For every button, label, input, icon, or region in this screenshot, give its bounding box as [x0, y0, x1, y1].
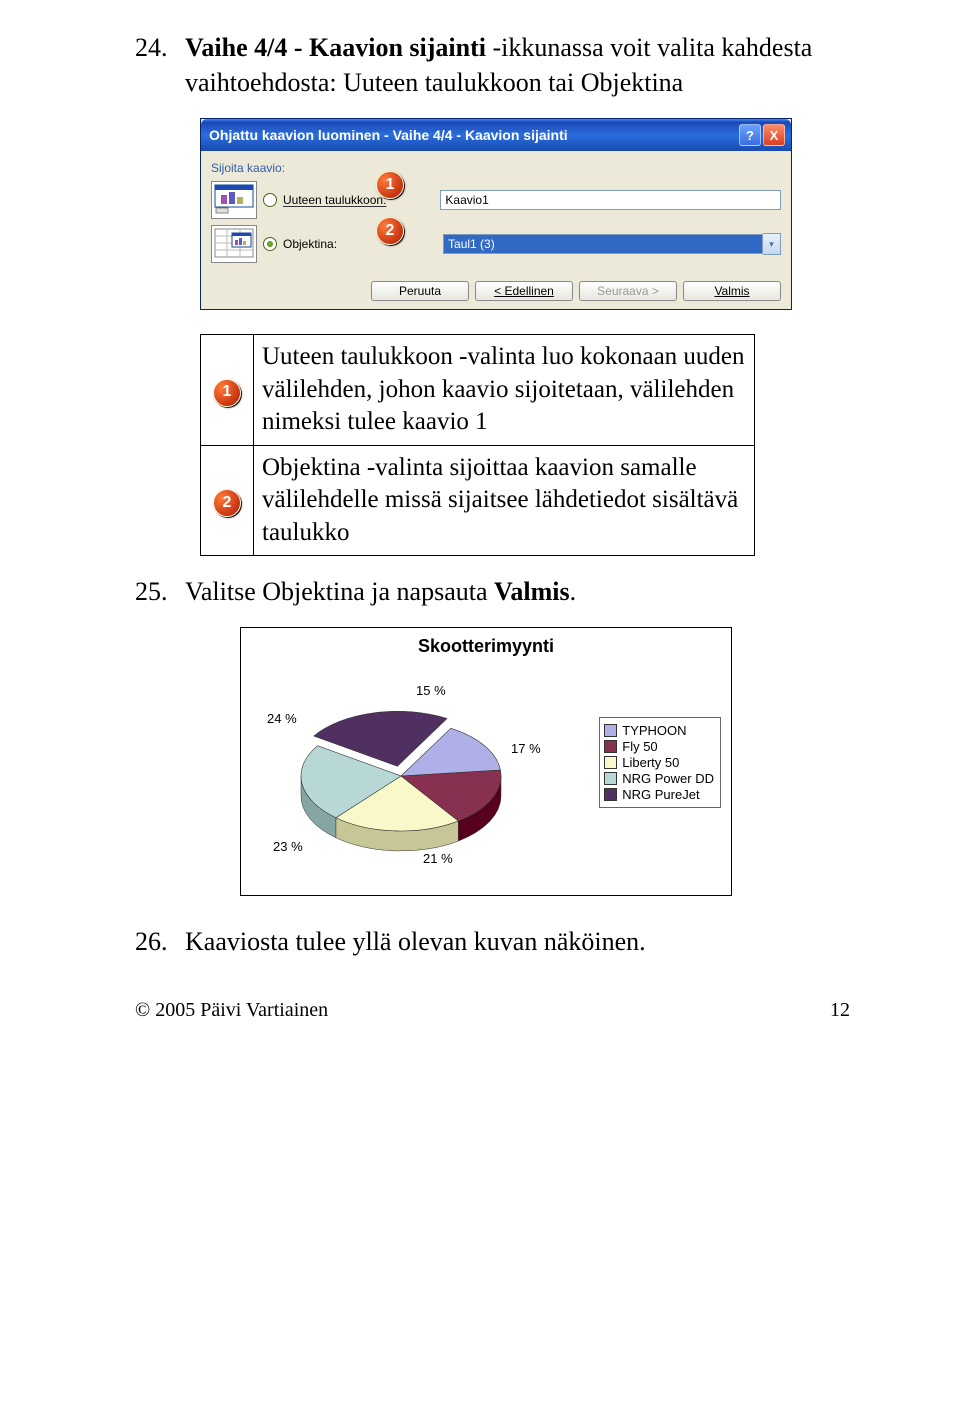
next-button: Seuraava > [579, 281, 677, 301]
help-button[interactable]: ? [739, 124, 761, 146]
thumb-new-sheet-icon [211, 181, 257, 219]
callout-badge-1: 1 [376, 171, 404, 199]
legend-item: Fly 50 [604, 739, 714, 754]
legend-swatch [604, 724, 617, 737]
step-number: 24. [135, 30, 185, 100]
callout-badge-2: 2 [376, 217, 404, 245]
footer-pagenum: 12 [830, 999, 850, 1022]
label-24: 24 % [267, 711, 297, 726]
callout-2-text: Objektina -valinta sijoittaa kaavion sam… [254, 445, 755, 556]
opt-object-label: Objektina: [283, 237, 337, 251]
new-sheet-name-value: Kaavio1 [445, 193, 488, 207]
back-button[interactable]: < Edellinen [475, 281, 573, 301]
step-text: Kaaviosta tulee yllä olevan kuvan näköin… [185, 924, 646, 959]
step-25-a: Valitse Objektina ja napsauta [185, 577, 494, 606]
radio-object[interactable] [263, 237, 277, 251]
label-15: 15 % [416, 683, 446, 698]
object-sheet-combo[interactable]: Taul1 (3) [443, 234, 763, 254]
legend-label: TYPHOON [622, 723, 686, 738]
badge-cell: 1 [201, 335, 254, 446]
legend-swatch [604, 772, 617, 785]
callout-1-text: Uuteen taulukkoon -valinta luo kokonaan … [254, 335, 755, 446]
dialog-titlebar: Ohjattu kaavion luominen - Vaihe 4/4 - K… [201, 119, 791, 151]
legend-label: Fly 50 [622, 739, 657, 754]
badge-cell: 2 [201, 445, 254, 556]
step-25-b: Valmis [494, 577, 570, 606]
label-21: 21 % [423, 851, 453, 866]
step-25: 25. Valitse Objektina ja napsauta Valmis… [135, 574, 850, 609]
legend-label: Liberty 50 [622, 755, 679, 770]
object-sheet-value: Taul1 (3) [448, 237, 495, 251]
radio-new-sheet[interactable] [263, 193, 277, 207]
chart-legend: TYPHOONFly 50Liberty 50NRG Power DDNRG P… [599, 717, 721, 808]
step-24-bold: Vaihe 4/4 - Kaavion sijainti [185, 33, 486, 62]
footer-copyright: © 2005 Päivi Vartiainen [135, 999, 328, 1022]
chart-title: Skootterimyynti [251, 636, 721, 657]
combo-dropdown-button[interactable]: ▾ [763, 233, 781, 255]
legend-item: NRG Power DD [604, 771, 714, 786]
step-number: 26. [135, 924, 185, 959]
table-row: 2 Objektina -valinta sijoittaa kaavion s… [201, 445, 755, 556]
callout-table: 1 Uuteen taulukkoon -valinta luo kokonaa… [200, 334, 755, 556]
dialog-title: Ohjattu kaavion luominen - Vaihe 4/4 - K… [209, 127, 568, 143]
opt-new-sheet-label: Uuteen taulukkoon: [283, 193, 386, 207]
thumb-object-icon [211, 225, 257, 263]
legend-item: Liberty 50 [604, 755, 714, 770]
step-25-c: . [570, 577, 577, 606]
close-icon: X [770, 128, 779, 143]
page-footer: © 2005 Päivi Vartiainen 12 [135, 999, 850, 1030]
chevron-down-icon: ▾ [769, 239, 774, 250]
close-button[interactable]: X [763, 124, 785, 146]
table-row: 1 Uuteen taulukkoon -valinta luo kokonaa… [201, 335, 755, 446]
cancel-button[interactable]: Peruuta [371, 281, 469, 301]
legend-swatch [604, 740, 617, 753]
step-text: Valitse Objektina ja napsauta Valmis. [185, 574, 576, 609]
label-17: 17 % [511, 741, 541, 756]
step-number: 25. [135, 574, 185, 609]
step-26: 26. Kaaviosta tulee yllä olevan kuvan nä… [135, 924, 850, 959]
callout-badge-2-cell: 2 [213, 489, 241, 517]
label-23: 23 % [273, 839, 303, 854]
callout-badge-1-cell: 1 [213, 379, 241, 407]
pie-chart: 15 % 17 % 21 % 23 % 24 % [251, 681, 599, 881]
step-text: Vaihe 4/4 - Kaavion sijainti -ikkunassa … [185, 30, 850, 100]
legend-item: NRG PureJet [604, 787, 714, 802]
wizard-dialog: Ohjattu kaavion luominen - Vaihe 4/4 - K… [200, 118, 792, 310]
chart-box: Skootterimyynti 15 % 17 % 21 % 23 % 24 %… [240, 627, 732, 896]
place-label: Sijoita kaavio: [211, 161, 781, 175]
legend-label: NRG PureJet [622, 787, 699, 802]
step-24: 24. Vaihe 4/4 - Kaavion sijainti -ikkuna… [135, 30, 850, 100]
option-new-sheet[interactable]: 1 Uuteen taulukkoon: Kaavio1 [211, 181, 781, 219]
option-object[interactable]: 2 Objektina: Taul1 (3) ▾ [211, 225, 781, 263]
legend-item: TYPHOON [604, 723, 714, 738]
finish-button[interactable]: Valmis [683, 281, 781, 301]
legend-label: NRG Power DD [622, 771, 714, 786]
help-icon: ? [746, 128, 754, 143]
legend-swatch [604, 788, 617, 801]
new-sheet-name-field[interactable]: Kaavio1 [440, 190, 781, 210]
legend-swatch [604, 756, 617, 769]
